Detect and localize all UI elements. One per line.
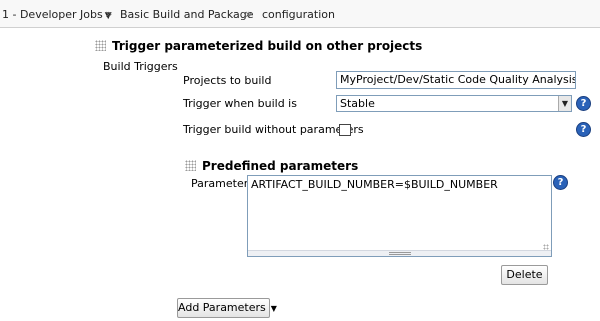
projects-to-build-input[interactable]: MyProject/Dev/Static Code Quality Analys…: [336, 71, 576, 89]
trigger-when-build-is-select[interactable]: Stable ▼: [336, 95, 572, 112]
chevron-down-icon: ▼: [270, 304, 277, 313]
help-icon[interactable]: ?: [576, 96, 591, 111]
trigger-without-parameters-label: Trigger build without parameters: [183, 123, 364, 136]
trigger-without-parameters-checkbox[interactable]: [339, 124, 351, 136]
breadcrumb-item-basic-build[interactable]: Basic Build and Package: [120, 8, 254, 21]
breadcrumb-separator-icon: »: [105, 7, 113, 21]
drag-handle-icon[interactable]: [95, 40, 106, 51]
add-parameters-button[interactable]: Add Parameters ▼: [177, 298, 277, 318]
trigger-when-build-is-label: Trigger when build is: [183, 97, 297, 110]
projects-to-build-label: Projects to build: [183, 74, 272, 87]
breadcrumb-label: configuration: [262, 8, 335, 21]
resize-grip-icon: [388, 252, 411, 255]
delete-button[interactable]: Delete: [501, 265, 548, 285]
drag-handle-icon[interactable]: [185, 160, 196, 171]
build-triggers-label: Build Triggers: [103, 60, 178, 73]
parameters-label: Parameters: [191, 177, 254, 190]
trigger-when-selected-value: Stable: [340, 97, 375, 110]
parameters-value: ARTIFACT_BUILD_NUMBER=$BUILD_NUMBER: [251, 178, 498, 191]
breadcrumb-item-developer-jobs[interactable]: 1 - Developer Jobs ▼: [2, 8, 112, 21]
breadcrumb-label: 1 - Developer Jobs: [2, 8, 103, 21]
help-icon[interactable]: ?: [576, 122, 591, 137]
configuration-page: 1 - Developer Jobs ▼ » Basic Build and Pa…: [0, 0, 600, 321]
breadcrumb-label: Basic Build and Package: [120, 8, 254, 21]
help-icon[interactable]: ?: [553, 175, 568, 190]
breadcrumb: 1 - Developer Jobs ▼ » Basic Build and Pa…: [0, 0, 600, 28]
section-title-trigger-parameterized: Trigger parameterized build on other pro…: [112, 39, 423, 53]
breadcrumb-item-configuration[interactable]: configuration: [262, 8, 335, 21]
section-title-predefined-parameters: Predefined parameters: [202, 159, 359, 173]
breadcrumb-separator-icon: »: [245, 7, 253, 21]
chevron-down-icon[interactable]: ▼: [558, 96, 571, 111]
textarea-resize-bar[interactable]: [248, 250, 551, 256]
add-parameters-label: Add Parameters: [178, 301, 266, 314]
parameters-textarea[interactable]: ARTIFACT_BUILD_NUMBER=$BUILD_NUMBER: [247, 175, 552, 257]
